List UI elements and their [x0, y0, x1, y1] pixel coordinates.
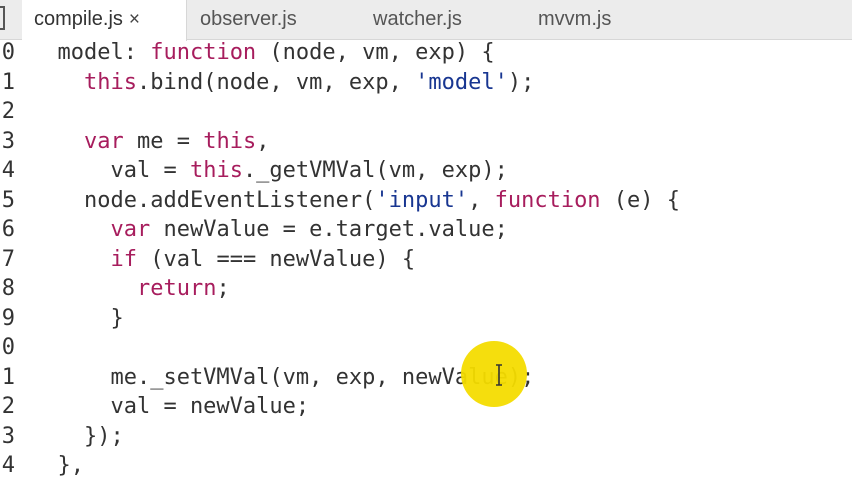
- code-line: node.addEventListener('input', function …: [31, 187, 681, 213]
- close-icon[interactable]: ×: [129, 9, 140, 30]
- code-line: val = this._getVMVal(vm, exp);: [31, 158, 508, 183]
- pane-edge-marker: [0, 6, 5, 30]
- code-line: model: function (node, vm, exp) {: [31, 40, 495, 65]
- code-line: var newValue = e.target.value;: [110, 217, 508, 242]
- tab-label: observer.js: [200, 8, 297, 30]
- code-line: this.bind(node, vm, exp, 'model');: [83, 69, 535, 95]
- code-line: if (val === newValue) {: [110, 246, 416, 272]
- code-line: return;: [136, 276, 230, 301]
- code-editor[interactable]: model: function (node, vm, exp) { this.b…: [0, 40, 852, 481]
- tab-label: watcher.js: [373, 8, 462, 30]
- code-line: });: [31, 423, 124, 449]
- editor-tab-bar: compile.js × observer.js watcher.js mvvm.…: [0, 0, 852, 41]
- code-line: me._setVMVal(vm, exp, newValue);: [31, 364, 535, 390]
- code-line: },: [31, 453, 84, 478]
- tab-label: compile.js: [34, 8, 123, 30]
- tab-watcher-js[interactable]: watcher.js: [373, 0, 462, 40]
- tab-observer-js[interactable]: observer.js: [200, 0, 297, 40]
- code-line: var me = this,: [83, 128, 270, 154]
- mouse-cursor-highlight: [461, 341, 527, 407]
- text-cursor-icon: [496, 364, 502, 386]
- tab-compile-js[interactable]: compile.js ×: [22, 0, 187, 41]
- code-line: }: [31, 305, 124, 331]
- tab-mvvm-js[interactable]: mvvm.js: [538, 0, 611, 40]
- code-line: val = newValue;: [31, 394, 310, 419]
- tab-label: mvvm.js: [538, 8, 612, 30]
